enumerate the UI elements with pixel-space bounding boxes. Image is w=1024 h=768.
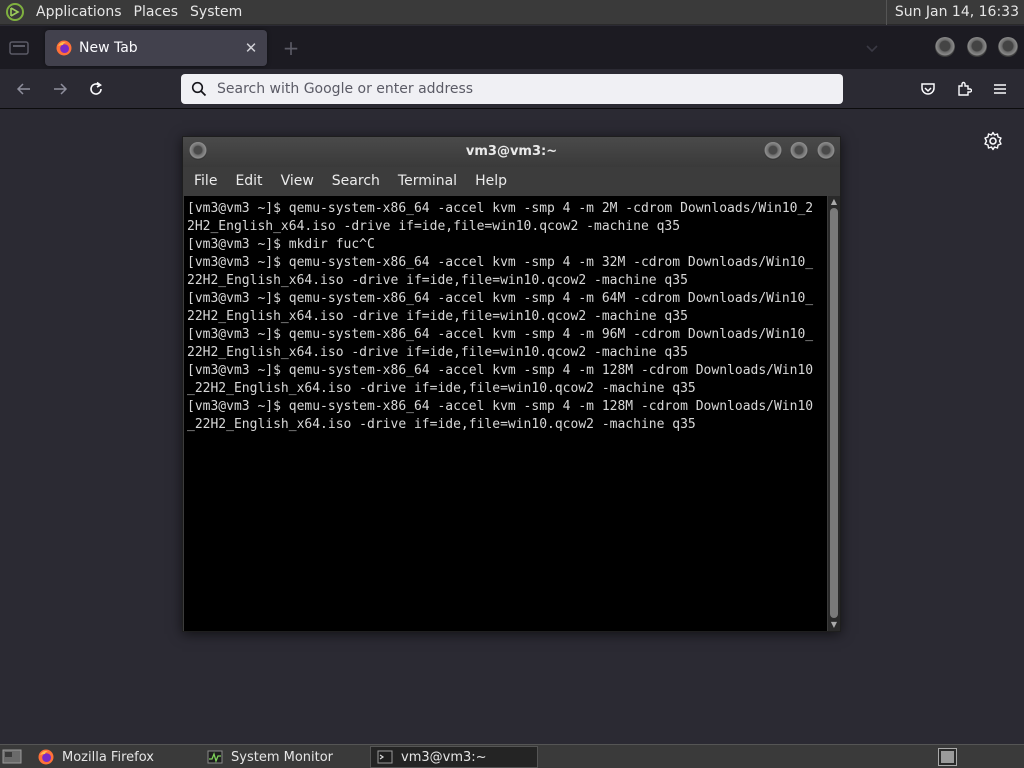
terminal-line: [vm3@vm3 ~]$ qemu-system-x86_64 -accel k… — [187, 255, 814, 270]
firefox-icon — [38, 749, 54, 765]
menu-applications[interactable]: Applications — [30, 0, 128, 25]
terminal-line: [vm3@vm3 ~]$ mkdir fuc^C — [187, 237, 375, 252]
terminal-title: vm3@vm3:~ — [465, 144, 558, 159]
clock[interactable]: Sun Jan 14, 16:33 — [885, 0, 1019, 25]
workspace-switcher[interactable] — [938, 748, 957, 766]
terminal-line: 22H2_English_x64.iso -drive if=ide,file=… — [187, 345, 688, 360]
back-icon — [16, 83, 30, 95]
terminal-line: [vm3@vm3 ~]$ qemu-system-x86_64 -accel k… — [187, 291, 814, 306]
terminal-menu-terminal[interactable]: Terminal — [389, 167, 466, 195]
task-label: System Monitor — [231, 749, 334, 765]
terminal-menu-search[interactable]: Search — [323, 167, 389, 195]
tab-new-tab[interactable]: New Tab ✕ — [45, 30, 267, 66]
terminal-line: 22H2_English_x64.iso -drive if=ide,file=… — [187, 309, 688, 324]
terminal-output[interactable]: [vm3@vm3 ~]$ qemu-system-x86_64 -accel k… — [184, 196, 827, 631]
task-firefox[interactable]: Mozilla Firefox — [32, 746, 198, 768]
tab-strip: New Tab ✕ + — [0, 26, 1024, 69]
forward-button[interactable] — [48, 77, 72, 101]
close-tab-icon[interactable]: ✕ — [239, 36, 263, 60]
list-all-tabs-icon[interactable] — [9, 40, 29, 56]
scroll-down-arrow-icon[interactable]: ▼ — [830, 621, 838, 629]
address-input[interactable] — [217, 81, 817, 97]
terminal-maximize-button[interactable] — [790, 142, 808, 160]
scroll-up-arrow-icon[interactable]: ▲ — [830, 198, 838, 206]
pocket-icon — [921, 83, 935, 95]
extensions-icon — [958, 81, 972, 96]
address-bar[interactable] — [181, 74, 843, 104]
app-menu-button[interactable] — [988, 77, 1012, 101]
scrollbar-thumb[interactable] — [830, 208, 838, 618]
menu-icon — [994, 84, 1006, 94]
reload-icon — [90, 81, 102, 95]
menu-places[interactable]: Places — [128, 0, 185, 25]
terminal-line: _22H2_English_x64.iso -drive if=ide,file… — [187, 417, 696, 432]
minimize-window-button[interactable] — [935, 37, 955, 57]
search-icon — [191, 81, 207, 97]
gear-icon[interactable] — [983, 131, 1003, 151]
terminal-menu-file[interactable]: File — [185, 167, 226, 195]
terminal-menubar: File Edit View Search Terminal Help — [183, 167, 840, 195]
menu-system[interactable]: System — [184, 0, 248, 25]
terminal-close-button[interactable] — [817, 142, 835, 160]
extensions-button[interactable] — [952, 77, 976, 101]
terminal-line: 22H2_English_x64.iso -drive if=ide,file=… — [187, 273, 688, 288]
system-monitor-icon — [207, 750, 223, 764]
terminal-line: [vm3@vm3 ~]$ qemu-system-x86_64 -accel k… — [187, 201, 814, 216]
task-terminal[interactable]: vm3@vm3:~ — [370, 746, 538, 768]
bottom-panel: Mozilla Firefox System Monitor vm3@vm3:~ — [0, 744, 1024, 768]
terminal-window[interactable]: vm3@vm3:~ File Edit View Search Terminal… — [182, 136, 841, 632]
back-button[interactable] — [12, 77, 36, 101]
show-desktop-icon[interactable] — [2, 748, 22, 765]
terminal-icon — [377, 750, 393, 764]
tab-title: New Tab — [79, 40, 138, 56]
pocket-button[interactable] — [916, 77, 940, 101]
top-panel: Applications Places System Sun Jan 14, 1… — [0, 0, 1024, 25]
new-tab-button[interactable]: + — [280, 36, 302, 60]
forward-icon — [54, 83, 68, 95]
firefox-icon — [56, 40, 72, 56]
terminal-line: _22H2_English_x64.iso -drive if=ide,file… — [187, 381, 696, 396]
mate-logo-icon[interactable] — [6, 3, 24, 21]
task-system-monitor[interactable]: System Monitor — [201, 746, 367, 768]
terminal-menu-edit[interactable]: Edit — [226, 167, 271, 195]
maximize-window-button[interactable] — [967, 37, 987, 57]
terminal-scrollbar[interactable]: ▲ ▼ — [828, 196, 840, 631]
terminal-menu-help[interactable]: Help — [466, 167, 516, 195]
navigation-toolbar — [0, 69, 1024, 109]
chevron-down-icon[interactable] — [864, 40, 880, 56]
terminal-menu-view[interactable]: View — [272, 167, 323, 195]
task-label: Mozilla Firefox — [62, 749, 154, 765]
terminal-minimize-button[interactable] — [764, 142, 782, 160]
reload-button[interactable] — [84, 77, 108, 101]
terminal-line: [vm3@vm3 ~]$ qemu-system-x86_64 -accel k… — [187, 363, 814, 378]
terminal-line: 2H2_English_x64.iso -drive if=ide,file=w… — [187, 219, 681, 234]
terminal-line: [vm3@vm3 ~]$ qemu-system-x86_64 -accel k… — [187, 327, 814, 342]
terminal-titlebar[interactable]: vm3@vm3:~ — [183, 137, 840, 167]
task-label: vm3@vm3:~ — [401, 749, 487, 765]
terminal-line: [vm3@vm3 ~]$ qemu-system-x86_64 -accel k… — [187, 399, 814, 414]
close-window-button[interactable] — [998, 37, 1018, 57]
